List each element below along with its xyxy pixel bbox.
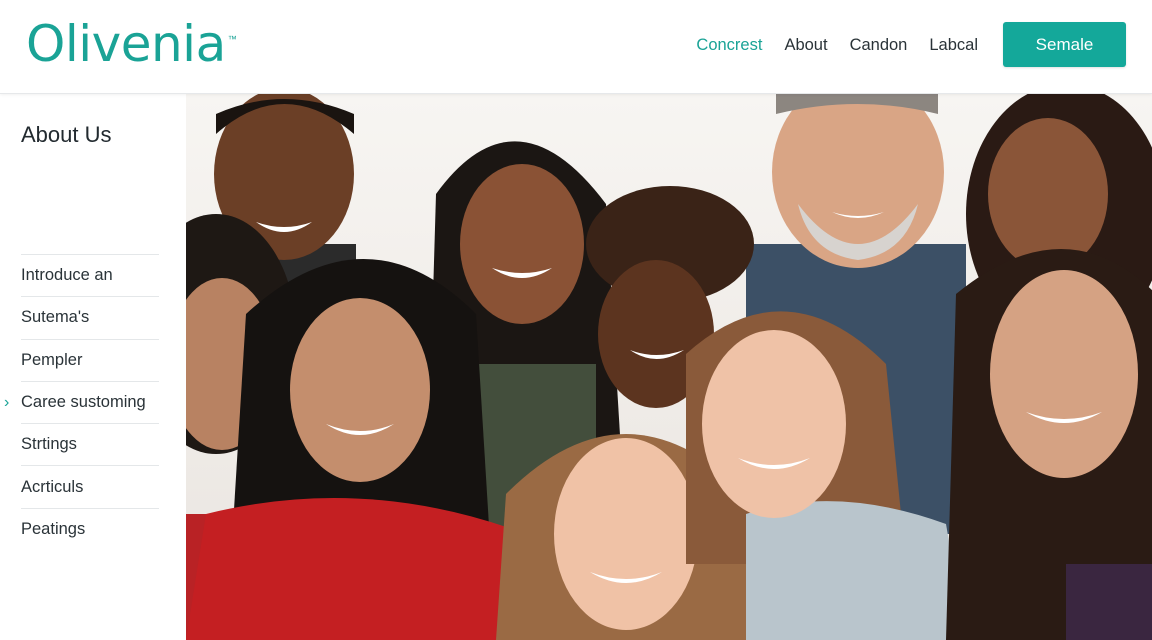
sidebar-item-pempler[interactable]: Pempler — [21, 338, 159, 381]
sidebar-item-label: Pempler — [21, 350, 83, 369]
sidebar-item-label: Caree sustoming — [21, 393, 146, 412]
sidebar-item-label: Introduce an — [21, 266, 113, 285]
sidebar-item-caree-sustoming[interactable]: › Caree sustoming — [4, 380, 159, 423]
sidebar-item-strtings[interactable]: Strtings — [21, 423, 159, 465]
sidebar: About Us Introduce an Sutema's Pempler ›… — [0, 94, 186, 640]
sidebar-item-label: Peatings — [21, 519, 86, 538]
group-photo — [186, 94, 1152, 640]
sidebar-item-introduce-an[interactable]: Introduce an — [21, 254, 159, 296]
sidebar-menu: Introduce an Sutema's Pempler › Caree sus… — [4, 254, 159, 550]
trademark-symbol: ™ — [227, 34, 237, 44]
brand-name: Olivenia — [26, 15, 226, 73]
nav-link-about[interactable]: About — [784, 36, 827, 55]
sidebar-title: About Us — [21, 122, 112, 147]
person-front-right — [946, 249, 1152, 640]
sidebar-item-label: Acrticuls — [21, 477, 84, 496]
top-navigation-bar: Olivenia ™ Concrest About Candon Labcal … — [0, 0, 1152, 94]
nav-link-labcal[interactable]: Labcal — [929, 36, 978, 55]
nav-link-candon[interactable]: Candon — [850, 36, 908, 55]
sidebar-item-label: Sutema's — [21, 308, 90, 327]
chevron-right-icon: › — [4, 393, 10, 411]
brand-logo[interactable]: Olivenia ™ — [26, 14, 237, 74]
nav-link-concrest[interactable]: Concrest — [696, 36, 762, 55]
sidebar-item-peatings[interactable]: Peatings — [21, 507, 159, 550]
sidebar-item-acrticuls[interactable]: Acrticuls — [21, 465, 159, 507]
group-photo-illustration — [186, 94, 1152, 640]
sidebar-item-label: Strtings — [21, 435, 77, 454]
sidebar-item-sutemas[interactable]: Sutema's — [21, 296, 159, 338]
cta-button[interactable]: Semale — [1003, 22, 1126, 67]
main-nav: Concrest About Candon Labcal — [696, 0, 978, 90]
